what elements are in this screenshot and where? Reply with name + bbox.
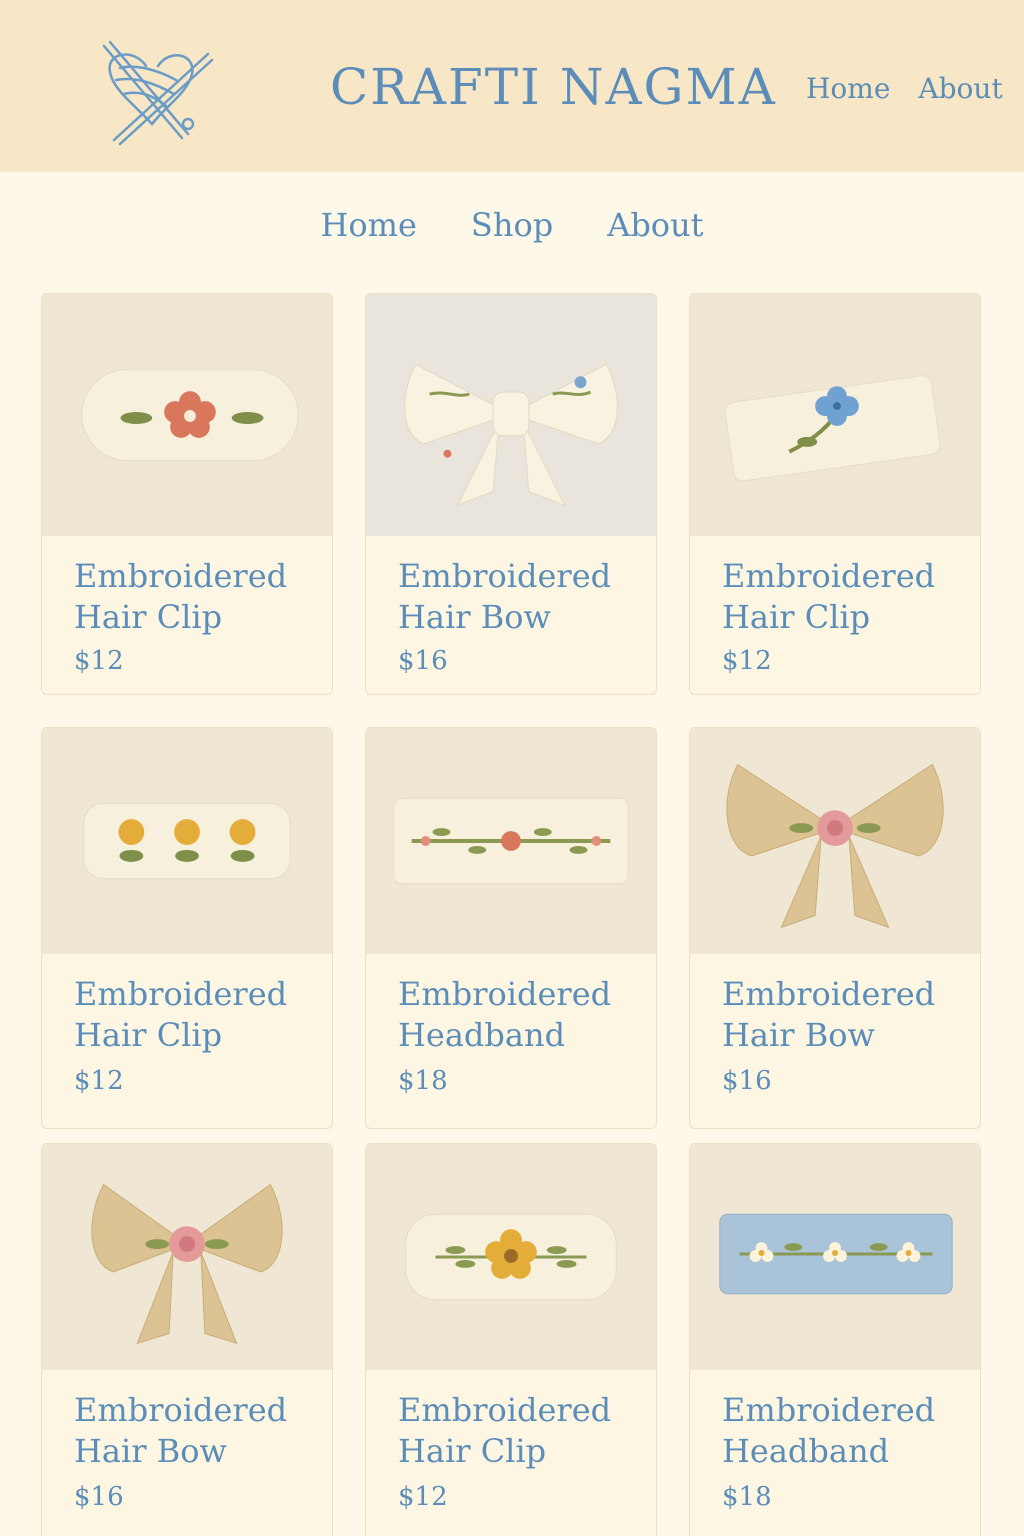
product-name[interactable]: Embroidered Hair Bow xyxy=(74,1390,314,1472)
knit-rose-hair-bow-icon xyxy=(91,1183,283,1345)
blue-daisy-headband-icon xyxy=(719,1213,953,1295)
main-nav-about[interactable]: About xyxy=(607,206,703,244)
product-name[interactable]: Embroidered Headband xyxy=(722,1390,962,1472)
product-card[interactable]: Embroidered Hair Clip $12 xyxy=(365,1143,657,1536)
product-image-blue-headband xyxy=(690,1144,980,1370)
product-price: $16 xyxy=(722,1066,772,1096)
site-header: CRAFTI NAGMA Home About xyxy=(0,0,1024,172)
yellow-flower-hair-clip-icon xyxy=(405,1213,617,1301)
product-price: $12 xyxy=(722,646,772,676)
product-card[interactable]: Embroidered Hair Clip $12 xyxy=(41,727,333,1129)
product-card[interactable]: Embroidered Hair Bow $16 xyxy=(689,727,981,1129)
product-image-tulip-clip xyxy=(42,728,332,954)
product-image-floral-clip xyxy=(42,294,332,536)
product-card[interactable]: Embroidered Headband $18 xyxy=(689,1143,981,1536)
product-card[interactable]: Embroidered Hair Clip $12 xyxy=(41,293,333,695)
product-card[interactable]: Embroidered Hair Bow $16 xyxy=(365,293,657,695)
main-nav-home[interactable]: Home xyxy=(320,206,416,244)
product-image-bow xyxy=(366,294,656,536)
product-image-knit-bow xyxy=(690,728,980,954)
brand-name[interactable]: CRAFTI NAGMA xyxy=(330,58,777,116)
header-nav: Home About xyxy=(806,72,1003,105)
main-nav-shop[interactable]: Shop xyxy=(471,206,553,244)
header-nav-home[interactable]: Home xyxy=(806,72,890,105)
product-card[interactable]: Embroidered Headband $18 xyxy=(365,727,657,1129)
product-price: $16 xyxy=(74,1482,124,1512)
header-nav-about[interactable]: About xyxy=(918,72,1002,105)
floral-vine-headband-icon xyxy=(393,797,629,885)
product-image-knit-bow xyxy=(42,1144,332,1370)
main-nav: Home Shop About xyxy=(0,206,1024,244)
product-name[interactable]: Embroidered Hair Clip xyxy=(398,1390,638,1472)
knit-rose-hair-bow-icon xyxy=(726,763,944,929)
blue-flower-hair-clip-icon xyxy=(724,375,941,482)
product-image-headband xyxy=(366,728,656,954)
product-name[interactable]: Embroidered Headband xyxy=(398,974,638,1056)
cream-hair-bow-icon xyxy=(404,363,618,507)
coral-flower-hair-clip-icon xyxy=(81,368,299,462)
product-price: $12 xyxy=(398,1482,448,1512)
product-price: $16 xyxy=(398,646,448,676)
product-name[interactable]: Embroidered Hair Bow xyxy=(722,974,962,1056)
product-image-sunflower-clip xyxy=(366,1144,656,1370)
product-price: $18 xyxy=(398,1066,448,1096)
product-card[interactable]: Embroidered Hair Bow $16 xyxy=(41,1143,333,1536)
product-name[interactable]: Embroidered Hair Bow xyxy=(398,556,638,638)
product-price: $12 xyxy=(74,646,124,676)
product-image-blue-flower-clip xyxy=(690,294,980,536)
knitting-heart-logo-icon[interactable] xyxy=(96,36,220,148)
product-name[interactable]: Embroidered Hair Clip xyxy=(74,556,314,638)
product-price: $18 xyxy=(722,1482,772,1512)
product-name[interactable]: Embroidered Hair Clip xyxy=(722,556,962,638)
product-card[interactable]: Embroidered Hair Clip $12 xyxy=(689,293,981,695)
product-price: $12 xyxy=(74,1066,124,1096)
yellow-tulips-hair-clip-icon xyxy=(83,802,291,880)
product-name[interactable]: Embroidered Hair Clip xyxy=(74,974,314,1056)
